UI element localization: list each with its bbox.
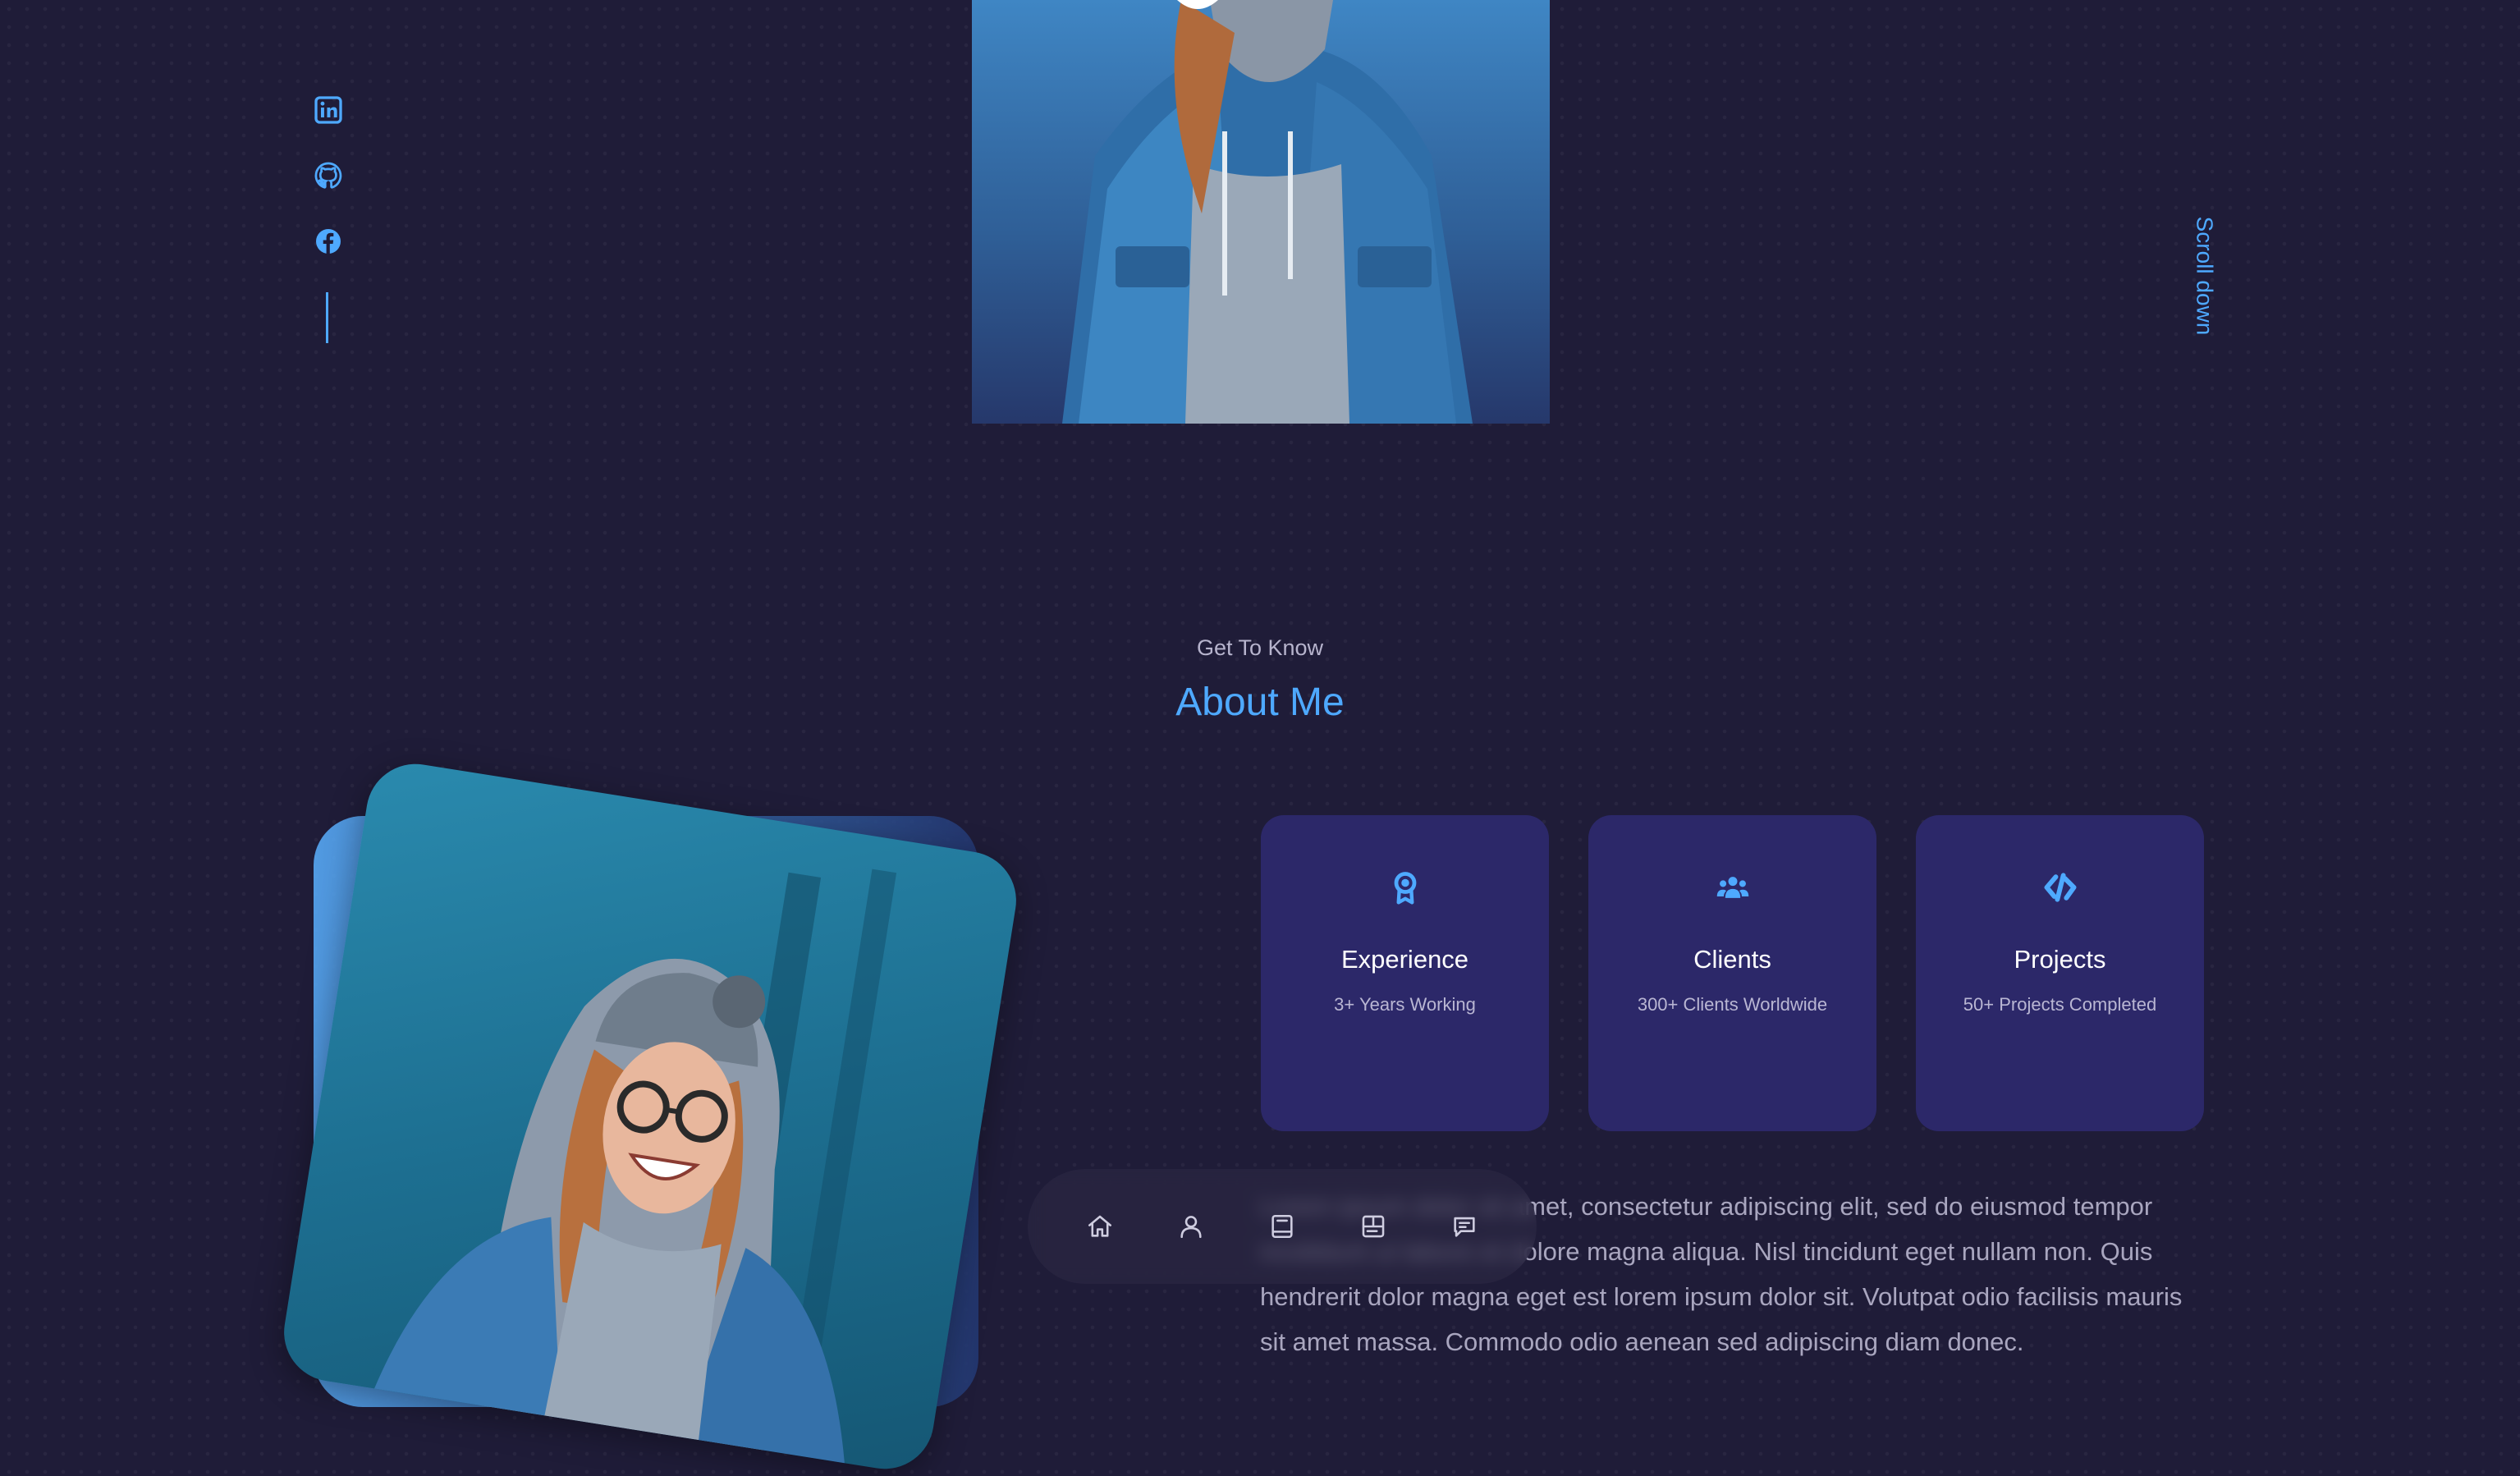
bottom-nav	[1028, 1169, 1537, 1284]
layout-icon	[1362, 1215, 1385, 1238]
facebook-link[interactable]	[314, 227, 343, 256]
user-icon	[1180, 1216, 1202, 1239]
social-links	[312, 95, 345, 256]
nav-home[interactable]	[1074, 1201, 1125, 1252]
nav-services[interactable]	[1348, 1201, 1399, 1252]
hero-photo	[972, 0, 1550, 424]
card-title: Projects	[2014, 945, 2106, 974]
linkedin-link[interactable]	[314, 95, 343, 125]
projects-card[interactable]: Projects 50+ Projects Completed	[1916, 815, 2204, 1131]
card-subtitle: 300+ Clients Worldwide	[1637, 994, 1828, 1015]
nav-about[interactable]	[1166, 1201, 1216, 1252]
card-title: Clients	[1693, 945, 1771, 974]
about-photo	[277, 757, 1024, 1476]
section-title: About Me	[1175, 681, 1345, 724]
section-subtitle: Get To Know	[1196, 635, 1324, 660]
card-title: Experience	[1340, 945, 1469, 974]
facebook-icon	[316, 229, 341, 254]
clients-card[interactable]: Clients 300+ Clients Worldwide	[1588, 815, 1876, 1131]
message-icon	[1454, 1217, 1475, 1237]
scroll-down-label: Scroll down	[2192, 216, 2218, 336]
linkedin-icon	[314, 96, 342, 124]
experience-card[interactable]: Experience 3+ Years Working	[1261, 815, 1549, 1131]
users-icon	[1716, 877, 1748, 898]
github-link[interactable]	[314, 161, 343, 190]
card-subtitle: 3+ Years Working	[1334, 994, 1476, 1015]
book-icon	[1271, 1214, 1293, 1239]
about-photo-figure	[374, 869, 897, 1464]
scroll-down-link[interactable]: Scroll down	[2179, 210, 2229, 341]
nav-contact[interactable]	[1439, 1201, 1490, 1252]
social-divider-line	[326, 292, 328, 343]
github-icon	[314, 162, 342, 189]
card-subtitle: 50+ Projects Completed	[1963, 994, 2157, 1015]
code-icon	[2044, 873, 2076, 902]
award-icon	[1394, 872, 1416, 905]
nav-experience[interactable]	[1257, 1201, 1308, 1252]
home-icon	[1088, 1215, 1111, 1237]
hero-photo-figure	[1062, 0, 1473, 424]
